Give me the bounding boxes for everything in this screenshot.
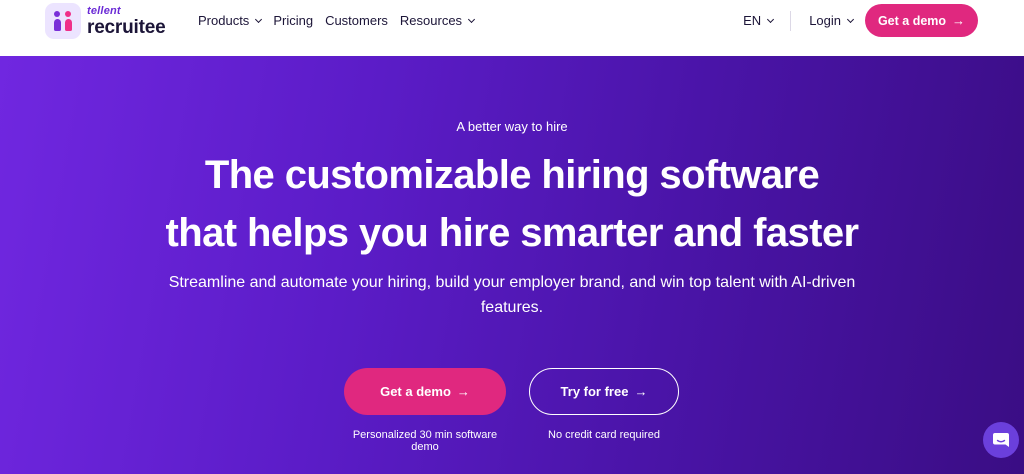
nav-right-group: EN Login Get a demo →: [743, 4, 978, 37]
nav-resources[interactable]: Resources: [399, 13, 476, 28]
try-for-free-label: Try for free: [560, 384, 629, 399]
logo-text-tellent: tellent: [87, 4, 121, 17]
hero-headline-line1: The customizable hiring software: [204, 153, 820, 197]
nav-get-demo-button[interactable]: Get a demo →: [865, 4, 978, 37]
hero-headline: The customizable hiring software that he…: [0, 146, 1024, 262]
hero-get-demo-button[interactable]: Get a demo →: [344, 368, 506, 415]
logo-icon: [45, 3, 81, 39]
hero-headline-line2: that helps you hire smarter and faster: [165, 211, 860, 255]
arrow-right-icon: →: [456, 384, 470, 399]
chat-launcher-button[interactable]: [983, 422, 1019, 458]
recruitee-logo[interactable]: tellent recruitee: [45, 3, 166, 39]
free-trial-caption: No credit card required: [548, 429, 660, 441]
chevron-down-icon: [767, 15, 775, 23]
arrow-right-icon: →: [952, 13, 966, 28]
hero-subheadline: Streamline and automate your hiring, bui…: [168, 274, 856, 316]
chevron-down-icon: [846, 15, 855, 23]
hero-eyebrow: A better way to hire: [456, 119, 568, 134]
demo-caption: Personalized 30 min software demo: [352, 429, 498, 453]
chat-icon: [993, 433, 1009, 447]
nav-resources-label: Resources: [399, 13, 463, 28]
chevron-down-icon: [255, 15, 263, 23]
nav-products[interactable]: Products: [198, 13, 263, 28]
logo-wordmark: tellent recruitee: [87, 4, 166, 38]
chevron-down-icon: [468, 15, 476, 23]
nav-divider: [790, 10, 792, 31]
nav-customers-label: Customers: [325, 13, 388, 28]
hero-get-demo-label: Get a demo: [380, 384, 451, 399]
login-label: Login: [809, 13, 841, 28]
login-menu[interactable]: Login: [809, 13, 855, 28]
language-label: EN: [743, 13, 762, 28]
hero-section: A better way to hire The customizable hi…: [0, 56, 1024, 474]
nav-get-demo-label: Get a demo: [877, 13, 947, 28]
nav-pricing-label: Pricing: [273, 13, 314, 28]
main-nav: Products Pricing Customers Resources: [198, 13, 486, 28]
nav-customers[interactable]: Customers: [325, 13, 388, 28]
arrow-right-icon: →: [634, 384, 648, 399]
try-for-free-button[interactable]: Try for free →: [529, 368, 679, 415]
top-navbar: tellent recruitee Products Pricing Custo…: [0, 0, 1024, 56]
nav-pricing[interactable]: Pricing: [273, 13, 313, 28]
language-selector[interactable]: EN: [743, 13, 775, 28]
logo-text-recruitee: recruitee: [87, 16, 166, 38]
nav-products-label: Products: [198, 13, 250, 28]
